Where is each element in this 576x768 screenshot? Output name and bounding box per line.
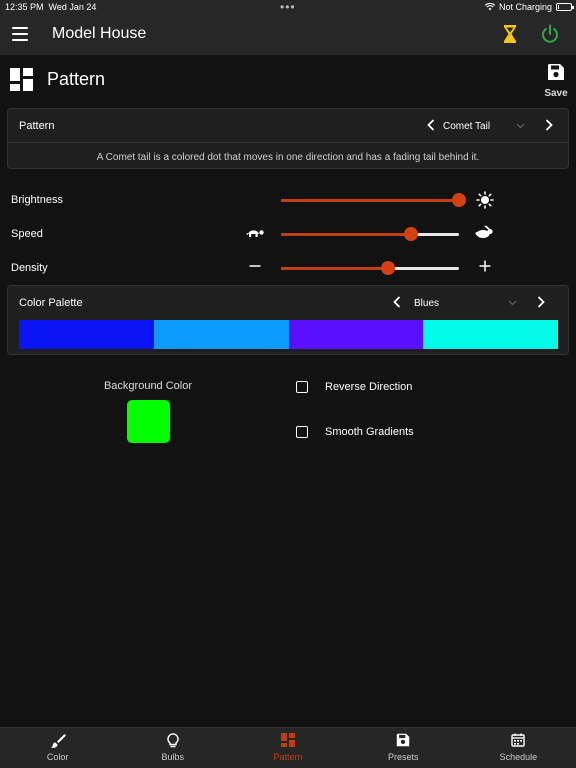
palette-swatches[interactable] bbox=[19, 320, 558, 349]
pattern-grid-icon bbox=[281, 733, 295, 747]
bulb-icon bbox=[167, 733, 179, 748]
tab-schedule-label: Schedule bbox=[499, 752, 538, 762]
smooth-gradients-checkbox[interactable]: Smooth Gradients bbox=[296, 426, 414, 438]
tab-bulbs[interactable]: Bulbs bbox=[115, 728, 230, 768]
tab-presets-label: Presets bbox=[387, 752, 419, 762]
density-slider-thumb[interactable] bbox=[380, 261, 395, 275]
save-button[interactable]: Save bbox=[540, 63, 572, 99]
palette-next-chevron-icon[interactable] bbox=[534, 295, 548, 311]
palette-swatch[interactable] bbox=[19, 320, 154, 349]
palette-swatch[interactable] bbox=[153, 320, 289, 349]
nav-bar: Model House bbox=[0, 15, 576, 55]
sun-icon bbox=[476, 191, 494, 209]
status-time: 12:35 PM Wed Jan 24 bbox=[5, 2, 97, 12]
density-slider[interactable] bbox=[281, 261, 459, 275]
power-icon[interactable] bbox=[541, 24, 559, 49]
save-icon bbox=[396, 733, 410, 747]
tab-color-label: Color bbox=[46, 752, 69, 762]
pattern-grid-icon bbox=[10, 68, 33, 96]
app-title: Model House bbox=[52, 25, 147, 42]
pattern-selector-row: Pattern Comet Tail bbox=[8, 109, 568, 143]
page-header: Pattern Save bbox=[0, 55, 576, 105]
tab-pattern-label: Pattern bbox=[273, 752, 303, 762]
speed-row: Speed bbox=[0, 224, 576, 244]
tab-presets[interactable]: Presets bbox=[346, 728, 461, 768]
palette-selector: Blues bbox=[390, 295, 548, 311]
tab-pattern[interactable]: Pattern bbox=[230, 728, 345, 768]
multitasking-dots[interactable]: ••• bbox=[280, 0, 296, 14]
density-row: Density bbox=[0, 258, 576, 278]
wifi-icon bbox=[484, 3, 495, 11]
pattern-dropdown-value[interactable]: Comet Tail bbox=[438, 121, 516, 132]
palette-dropdown-chevron-icon[interactable] bbox=[508, 298, 534, 309]
hourglass-timer-icon[interactable] bbox=[503, 24, 517, 49]
speed-slider-thumb[interactable] bbox=[403, 227, 418, 241]
status-right: Not Charging bbox=[484, 2, 574, 12]
save-label: Save bbox=[544, 88, 568, 99]
save-icon bbox=[548, 64, 564, 80]
minus-icon bbox=[246, 259, 264, 277]
brightness-slider[interactable] bbox=[281, 193, 466, 207]
pattern-dropdown-chevron-icon[interactable] bbox=[516, 121, 542, 132]
tab-bar: Color Bulbs Pattern Presets Schedule bbox=[0, 727, 576, 768]
background-color-swatch[interactable] bbox=[126, 400, 170, 443]
palette-prev-chevron-icon[interactable] bbox=[390, 295, 404, 311]
brightness-slider-thumb[interactable] bbox=[452, 193, 466, 207]
density-label: Density bbox=[11, 262, 48, 274]
brightness-label: Brightness bbox=[11, 194, 63, 206]
battery-icon bbox=[556, 3, 574, 11]
status-bar: 12:35 PM Wed Jan 24 ••• Not Charging bbox=[0, 0, 576, 15]
brush-icon bbox=[50, 734, 66, 748]
reverse-direction-box[interactable] bbox=[296, 381, 308, 393]
page-title: Pattern bbox=[47, 69, 106, 89]
turtle-icon bbox=[245, 225, 264, 243]
tab-schedule[interactable]: Schedule bbox=[461, 728, 576, 768]
pattern-card: Pattern Comet Tail A Comet tail is a col… bbox=[7, 108, 569, 169]
pattern-prev-chevron-icon[interactable] bbox=[424, 118, 438, 134]
plus-icon bbox=[476, 259, 494, 277]
background-color-label: Background Color bbox=[103, 380, 193, 392]
moon-icon bbox=[246, 191, 264, 209]
pattern-description: A Comet tail is a colored dot that moves… bbox=[96, 152, 480, 163]
tab-color[interactable]: Color bbox=[0, 728, 115, 768]
pattern-selector: Comet Tail bbox=[424, 118, 556, 134]
rabbit-icon bbox=[475, 225, 493, 243]
speed-label: Speed bbox=[11, 228, 43, 240]
pattern-next-chevron-icon[interactable] bbox=[542, 118, 556, 134]
reverse-direction-label: Reverse Direction bbox=[325, 381, 413, 393]
tab-bulbs-label: Bulbs bbox=[161, 752, 185, 762]
pattern-label: Pattern bbox=[19, 120, 55, 132]
palette-dropdown-value[interactable]: Blues bbox=[404, 298, 508, 309]
color-palette-label: Color Palette bbox=[19, 297, 83, 309]
background-color-section: Background Color bbox=[100, 380, 196, 443]
palette-swatch[interactable] bbox=[423, 320, 558, 349]
speed-slider[interactable] bbox=[281, 227, 459, 241]
calendar-icon bbox=[511, 733, 526, 747]
smooth-gradients-label: Smooth Gradients bbox=[325, 426, 414, 438]
battery-status-text: Not Charging bbox=[498, 2, 552, 12]
hamburger-menu-icon[interactable] bbox=[12, 27, 28, 41]
palette-swatch[interactable] bbox=[288, 320, 424, 349]
color-palette-card: Color Palette Blues bbox=[7, 285, 569, 355]
smooth-gradients-box[interactable] bbox=[296, 426, 308, 438]
brightness-row: Brightness bbox=[0, 190, 576, 210]
reverse-direction-checkbox[interactable]: Reverse Direction bbox=[296, 381, 412, 393]
